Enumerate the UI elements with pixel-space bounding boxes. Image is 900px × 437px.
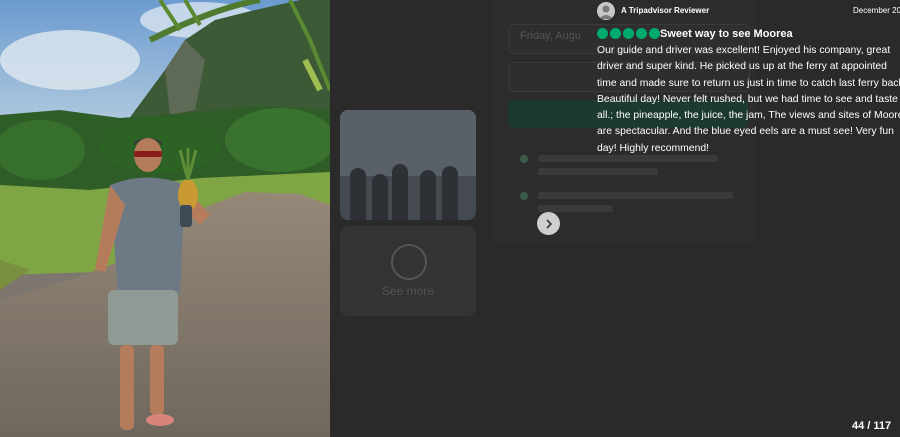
review-body: Our guide and driver was excellent! Enjo…: [597, 43, 900, 159]
photo-counter: 44 / 117: [852, 420, 892, 432]
rating-bubble-icon: [623, 28, 634, 39]
chevron-right-icon: [545, 218, 552, 229]
review-body-line: driver and super kind. He picked us up a…: [597, 61, 887, 73]
cancellation-check-icon: [520, 155, 528, 163]
reserve-check-icon: [520, 192, 528, 200]
review-body-line: all.; the pineapple, the juice, the jam,…: [597, 110, 900, 122]
reserve-text: [538, 192, 733, 199]
arrow-right-icon: [391, 244, 427, 280]
rating-bubble-icon: [636, 28, 647, 39]
rating-bubble-icon: [597, 28, 608, 39]
rating-bubbles: [597, 28, 660, 39]
next-photo-button[interactable]: [537, 212, 560, 235]
rating-bubble-icon: [610, 28, 621, 39]
review-body-line: Beautiful day! Never felt rushed, but we…: [597, 93, 900, 105]
review-body-line: are spectacular. And the blue eyed eels …: [597, 126, 894, 138]
rating-bubble-icon: [649, 28, 660, 39]
reserve-text-line2: [538, 205, 613, 212]
review-body-line: Our guide and driver was excellent! Enjo…: [597, 45, 891, 56]
review-title: Sweet way to see Moorea: [660, 28, 793, 40]
reviewer-name: A Tripadvisor Reviewer: [621, 6, 710, 15]
cancellation-text-line2: [538, 168, 658, 175]
gallery-photo: [0, 0, 330, 437]
thumbnail-group-photo: [340, 110, 476, 220]
review-date: December 20: [853, 6, 900, 15]
date-field-value: Friday, Augu: [520, 30, 581, 42]
thumbnail-see-more: See more: [340, 226, 476, 316]
review-overlay: A Tripadvisor Reviewer December 20 Sweet…: [597, 0, 900, 160]
user-icon: [599, 5, 613, 19]
see-more-label: See more: [381, 284, 435, 298]
review-body-line: time and made sure to return us just in …: [597, 77, 900, 89]
reviewer-avatar: [597, 2, 615, 20]
review-body-line: day! Highly recommend!: [597, 142, 710, 154]
